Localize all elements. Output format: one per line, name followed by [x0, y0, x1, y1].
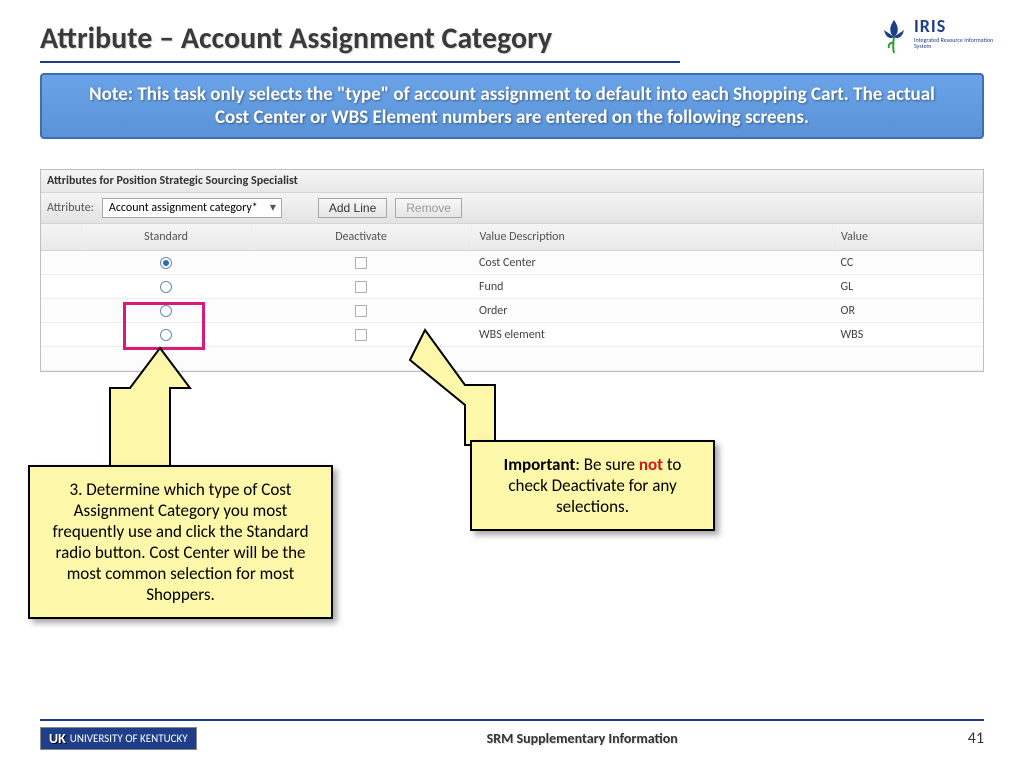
deactivate-checkbox[interactable]: [355, 305, 367, 317]
standard-radio[interactable]: [160, 281, 172, 293]
deactivate-checkbox[interactable]: [355, 281, 367, 293]
iris-logo: IRIS Integrated Resource Information Sys…: [874, 15, 994, 60]
uk-initials: UK: [49, 730, 66, 747]
add-line-button[interactable]: Add Line: [318, 198, 387, 218]
attribute-label: Attribute:: [47, 201, 94, 215]
callout-step3: 3. Determine which type of Cost Assignme…: [28, 465, 333, 619]
deactivate-checkbox[interactable]: [355, 257, 367, 269]
callout-important: Important: Be sure not to check Deactiva…: [470, 440, 715, 531]
standard-radio[interactable]: [160, 329, 172, 341]
value-cell: WBS: [833, 323, 983, 347]
value-description-cell: Order: [471, 299, 833, 323]
logo-text: IRIS: [914, 15, 946, 37]
value-cell: GL: [833, 275, 983, 299]
callout-important-text: Important: Be sure not to check Deactiva…: [504, 454, 682, 517]
table-row: Cost Center CC: [41, 251, 983, 275]
iris-flower-icon: [874, 15, 914, 55]
attribute-dropdown[interactable]: Account assignment category*: [102, 198, 282, 218]
panel-header: Attributes for Position Strategic Sourci…: [41, 170, 983, 193]
standard-radio[interactable]: [160, 257, 172, 269]
col-value-description: Value Description: [471, 224, 833, 251]
table-row: Fund GL: [41, 275, 983, 299]
deactivate-checkbox[interactable]: [355, 329, 367, 341]
footer-title: SRM Supplementary Information: [197, 730, 968, 747]
col-value: Value: [833, 224, 983, 251]
table-row: Order OR: [41, 299, 983, 323]
value-description-cell: Fund: [471, 275, 833, 299]
uk-badge: UK UNIVERSITY OF KENTUCKY: [40, 727, 197, 750]
remove-button[interactable]: Remove: [395, 198, 462, 218]
value-description-cell: Cost Center: [471, 251, 833, 275]
callout-step3-text: 3. Determine which type of Cost Assignme…: [52, 479, 308, 605]
col-deactivate: Deactivate: [251, 224, 471, 251]
callout-step3-arrow: [75, 348, 195, 478]
note-box: Note: This task only selects the "type" …: [40, 73, 984, 139]
page-number: 41: [968, 729, 984, 748]
value-cell: OR: [833, 299, 983, 323]
dropdown-value: Account assignment category*: [109, 201, 258, 215]
page-title: Attribute – Account Assignment Category: [40, 20, 680, 63]
footer: UK UNIVERSITY OF KENTUCKY SRM Supplement…: [0, 719, 1024, 750]
col-standard: Standard: [81, 224, 251, 251]
standard-radio[interactable]: [160, 305, 172, 317]
callout-important-arrow: [410, 330, 540, 450]
value-cell: CC: [833, 251, 983, 275]
uk-text: UNIVERSITY OF KENTUCKY: [70, 732, 188, 745]
